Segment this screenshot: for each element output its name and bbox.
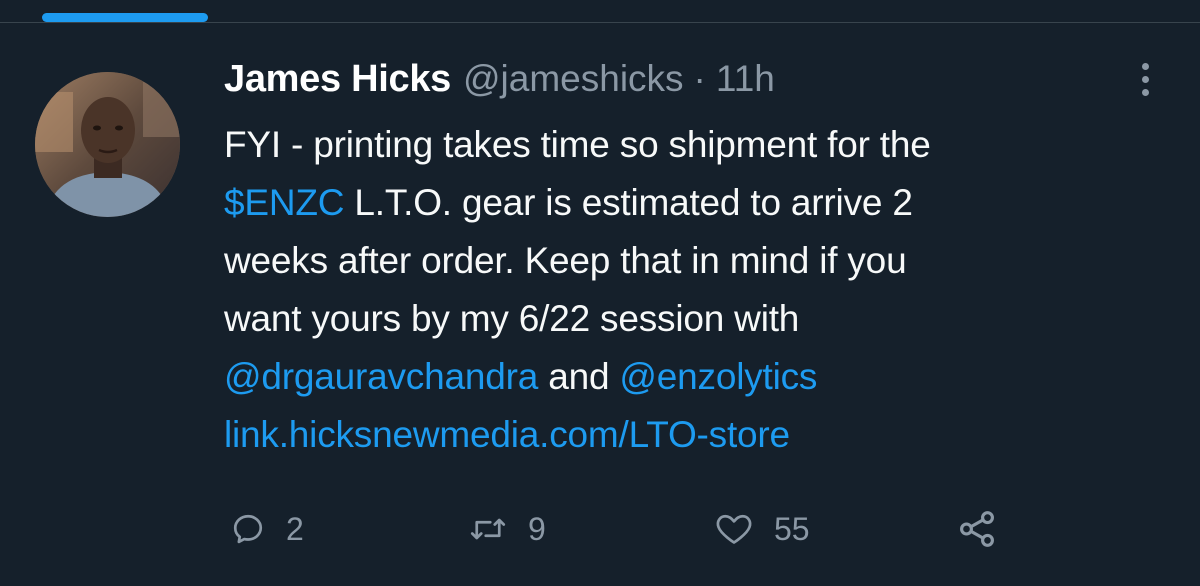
- tab-indicator: [42, 13, 208, 22]
- text-segment: and: [538, 356, 620, 397]
- author-name[interactable]: James Hicks: [224, 58, 451, 101]
- retweet-count: 9: [528, 510, 546, 547]
- like-count: 55: [774, 510, 810, 547]
- avatar[interactable]: [35, 72, 180, 217]
- reply-button[interactable]: 2: [230, 505, 304, 553]
- author-handle[interactable]: @jameshicks: [463, 58, 684, 100]
- tweet-line: $ENZC L.T.O. gear is estimated to arrive…: [224, 174, 1174, 232]
- timestamp[interactable]: 11h: [716, 58, 775, 100]
- mention-link-drgauravchandra[interactable]: @drgauravchandra: [224, 356, 538, 397]
- text-segment: want yours by my 6/22 session with: [224, 298, 800, 339]
- cashtag-link[interactable]: $ENZC: [224, 182, 345, 223]
- reply-icon: [233, 514, 263, 544]
- external-url-link[interactable]: link.hicksnewmedia.com/LTO-store: [224, 414, 790, 455]
- tweet-actions: 2 9 55: [224, 505, 1024, 553]
- dot: [1141, 75, 1149, 83]
- tweet-text: FYI - printing takes time so shipment fo…: [224, 116, 1174, 464]
- tweet-line: @drgauravchandra and @enzolytics: [224, 348, 1174, 406]
- avatar-photo-icon: [35, 72, 180, 217]
- tweet-line: FYI - printing takes time so shipment fo…: [224, 116, 1174, 174]
- more-options-icon[interactable]: [1130, 58, 1160, 100]
- reply-count: 2: [286, 510, 304, 547]
- retweet-button[interactable]: 9: [468, 505, 546, 553]
- heart-icon: [716, 514, 752, 544]
- text-segment: weeks after order. Keep that in mind if …: [224, 240, 907, 281]
- tweet-header: James Hicks @jameshicks · 11h: [224, 58, 775, 108]
- tweet-line: want yours by my 6/22 session with: [224, 290, 1174, 348]
- retweet-icon: [470, 518, 506, 540]
- share-icon: [960, 511, 994, 547]
- dot: [1141, 62, 1149, 70]
- tweet-line: weeks after order. Keep that in mind if …: [224, 232, 1174, 290]
- divider: [0, 22, 1200, 23]
- text-segment: FYI - printing takes time so shipment fo…: [224, 124, 931, 165]
- mention-link-enzolytics[interactable]: @enzolytics: [619, 356, 817, 397]
- tweet-detail-screen: James Hicks @jameshicks · 11h FYI - prin…: [0, 0, 1200, 586]
- separator-dot: ·: [693, 58, 706, 99]
- text-segment: L.T.O. gear is estimated to arrive 2: [344, 182, 913, 223]
- like-button[interactable]: 55: [714, 505, 810, 553]
- tweet-line: link.hicksnewmedia.com/LTO-store: [224, 406, 1174, 464]
- dot: [1141, 88, 1149, 96]
- share-button[interactable]: [956, 505, 998, 553]
